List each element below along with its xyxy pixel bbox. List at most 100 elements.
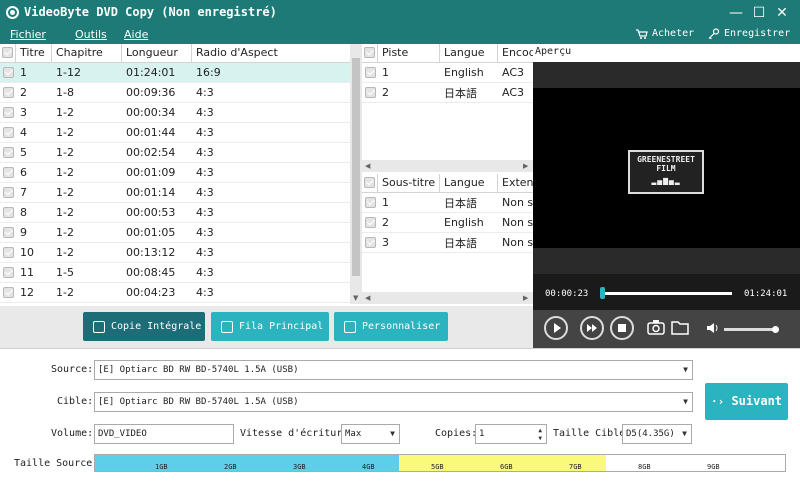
- title-row-checkbox[interactable]: [3, 107, 14, 118]
- subtitle-track: 1: [382, 196, 389, 209]
- audio-row-checkbox[interactable]: [365, 67, 376, 78]
- volume-icon[interactable]: [706, 322, 720, 334]
- title-row-checkbox[interactable]: [3, 67, 14, 78]
- camera-icon[interactable]: [647, 319, 665, 335]
- play-button[interactable]: [544, 316, 568, 340]
- col-encode[interactable]: Encode: [498, 44, 533, 62]
- title-row[interactable]: 3 1-2 00:00:34 4:3: [0, 103, 350, 123]
- close-button[interactable]: ✕: [773, 4, 791, 22]
- col-chapitre[interactable]: Chapitre: [52, 44, 122, 62]
- audio-row[interactable]: 2 日本語 AC3: [362, 83, 533, 103]
- title-row-checkbox[interactable]: [3, 127, 14, 138]
- subtitle-hscrollbar[interactable]: ◀ ▶: [362, 292, 533, 304]
- stop-button[interactable]: [610, 316, 634, 340]
- minimize-button[interactable]: —: [727, 4, 745, 22]
- key-icon: [708, 28, 720, 39]
- title-row-checkbox[interactable]: [3, 207, 14, 218]
- title-chapters: 1-2: [56, 246, 74, 259]
- maximize-button[interactable]: ☐: [750, 4, 768, 22]
- title-aspect: 4:3: [196, 166, 214, 179]
- title-row-checkbox[interactable]: [3, 167, 14, 178]
- title-row-checkbox[interactable]: [3, 247, 14, 258]
- menu-outils[interactable]: Outils: [75, 28, 107, 41]
- audio-encoding: AC3: [502, 66, 525, 79]
- fast-forward-button[interactable]: [580, 316, 604, 340]
- buy-link[interactable]: Acheter: [636, 28, 694, 39]
- audio-hscrollbar[interactable]: ◀ ▶: [362, 160, 533, 172]
- title-row-checkbox[interactable]: [3, 147, 14, 158]
- audio-row[interactable]: 1 English AC3: [362, 63, 533, 83]
- seek-bar[interactable]: [601, 292, 732, 295]
- volume-slider[interactable]: [724, 328, 778, 331]
- audio-row-checkbox[interactable]: [365, 87, 376, 98]
- title-row[interactable]: 7 1-2 00:01:14 4:3: [0, 183, 350, 203]
- main-movie-button[interactable]: Fila Principal: [211, 312, 329, 341]
- subtitle-extension: Non sp: [502, 196, 533, 209]
- speed-select[interactable]: Max ▼: [341, 424, 400, 444]
- title-row[interactable]: 10 1-2 00:13:12 4:3: [0, 243, 350, 263]
- title-row[interactable]: 8 1-2 00:00:53 4:3: [0, 203, 350, 223]
- title-aspect: 4:3: [196, 126, 214, 139]
- col-aspect[interactable]: Radio d'Aspect: [192, 44, 350, 62]
- speed-label: Vitesse d'écriture:: [240, 428, 355, 439]
- studio-logo: GREENESTREET FILM ▂▄▆▄▂: [628, 150, 704, 194]
- col-piste[interactable]: Piste: [378, 44, 440, 62]
- title-length: 00:01:44: [126, 126, 176, 139]
- source-select[interactable]: [E] Optiarc BD RW BD-5740L 1.5A (USB) ▼: [94, 360, 693, 380]
- title-row-checkbox[interactable]: [3, 267, 14, 278]
- copies-stepper[interactable]: 1 ▲ ▼: [475, 424, 547, 444]
- col-langue-sub[interactable]: Langue: [440, 174, 498, 192]
- menu-aide[interactable]: Aide: [124, 28, 148, 41]
- subtitle-language: 日本語: [444, 236, 477, 250]
- target-select[interactable]: [E] Optiarc BD RW BD-5740L 1.5A (USB) ▼: [94, 392, 693, 412]
- title-row[interactable]: 1 1-12 01:24:01 16:9: [0, 63, 350, 83]
- title-row[interactable]: 11 1-5 00:08:45 4:3: [0, 263, 350, 283]
- volume-handle[interactable]: [772, 326, 780, 333]
- select-all-subtitles-checkbox[interactable]: [364, 177, 375, 188]
- title-chapters: 1-8: [56, 86, 74, 99]
- title-row[interactable]: 6 1-2 00:01:09 4:3: [0, 163, 350, 183]
- menu-fichier[interactable]: Fichier: [10, 28, 46, 41]
- register-link[interactable]: Enregistrer: [708, 28, 790, 39]
- title-row[interactable]: 9 1-2 00:01:05 4:3: [0, 223, 350, 243]
- title-row[interactable]: 5 1-2 00:02:54 4:3: [0, 143, 350, 163]
- title-chapters: 1-2: [56, 206, 74, 219]
- next-button[interactable]: ·› Suivant: [705, 383, 788, 420]
- full-copy-button[interactable]: Copie Intégrale: [83, 312, 205, 341]
- volume-input[interactable]: DVD_VIDEO: [94, 424, 234, 444]
- col-sous-titre[interactable]: Sous-titre: [378, 174, 440, 192]
- audio-language: English: [444, 66, 484, 79]
- subtitle-row[interactable]: 2 English Non sp: [362, 213, 533, 233]
- col-langue-audio[interactable]: Langue: [440, 44, 498, 62]
- subtitle-row[interactable]: 1 日本語 Non sp: [362, 193, 533, 213]
- title-row-checkbox[interactable]: [3, 87, 14, 98]
- subtitle-extension: Non sp: [502, 236, 533, 249]
- title-row[interactable]: 12 1-2 00:04:23 4:3: [0, 283, 350, 303]
- title-row-checkbox[interactable]: [3, 187, 14, 198]
- subtitle-row-checkbox[interactable]: [365, 197, 376, 208]
- title-row[interactable]: 4 1-2 00:01:44 4:3: [0, 123, 350, 143]
- stepper-arrows-icon[interactable]: ▲ ▼: [538, 427, 542, 443]
- folder-icon[interactable]: [671, 319, 689, 335]
- subtitle-row[interactable]: 3 日本語 Non sp: [362, 233, 533, 253]
- target-size-select[interactable]: D5(4.35G) ▼: [622, 424, 692, 444]
- col-titre[interactable]: Titre: [16, 44, 52, 62]
- current-time: 00:00:23: [545, 289, 589, 299]
- titles-scroll-thumb[interactable]: [352, 58, 360, 276]
- select-all-titles-checkbox[interactable]: [2, 47, 13, 58]
- title-row[interactable]: 2 1-8 00:09:36 4:3: [0, 83, 350, 103]
- seek-handle[interactable]: [599, 287, 605, 299]
- customize-button[interactable]: Personnaliser: [334, 312, 448, 341]
- subtitle-row-checkbox[interactable]: [365, 217, 376, 228]
- subtitle-row-checkbox[interactable]: [365, 237, 376, 248]
- title-chapters: 1-2: [56, 146, 74, 159]
- col-longueur[interactable]: Longueur: [122, 44, 192, 62]
- title-aspect: 4:3: [196, 186, 214, 199]
- title-row-checkbox[interactable]: [3, 287, 14, 298]
- window-title: VideoByte DVD Copy (Non enregistré): [24, 5, 277, 19]
- titles-vscrollbar[interactable]: ▼: [350, 44, 362, 304]
- register-label: Enregistrer: [724, 28, 791, 39]
- select-all-audio-checkbox[interactable]: [364, 47, 375, 58]
- title-row-checkbox[interactable]: [3, 227, 14, 238]
- col-extension[interactable]: Extens: [498, 174, 533, 192]
